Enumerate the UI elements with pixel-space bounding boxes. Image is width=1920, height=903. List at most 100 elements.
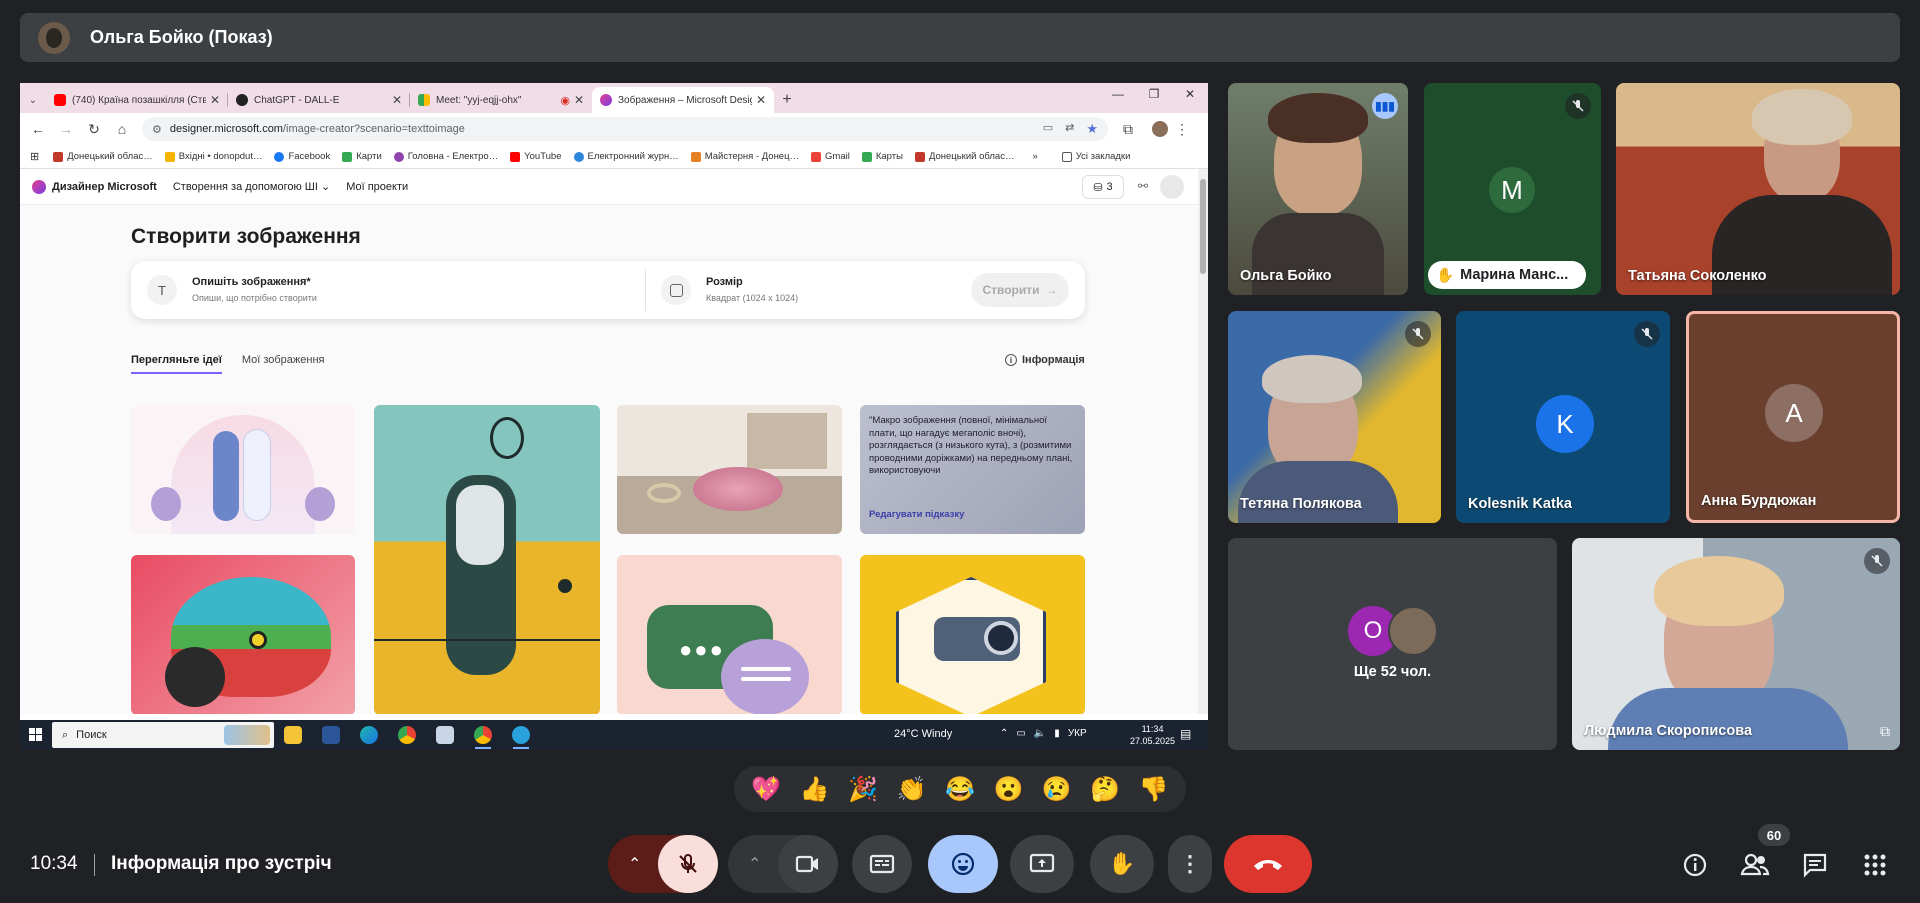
close-window-icon[interactable]: ✕ xyxy=(1172,87,1208,101)
create-button[interactable]: Створити → xyxy=(971,273,1069,307)
network-icon[interactable]: ▭ xyxy=(1016,728,1025,739)
share-icon[interactable]: ⚯ xyxy=(1138,179,1148,193)
weather-widget[interactable]: 24°C Windy xyxy=(894,728,952,740)
browser-tab-active[interactable]: Зображення – Microsoft Desig ✕ xyxy=(592,87,774,113)
present-screen-button[interactable] xyxy=(1010,835,1074,893)
bookmark-item[interactable]: Карты xyxy=(861,151,903,162)
idea-thumbnail-bouquet[interactable] xyxy=(617,405,842,534)
nav-create-with-ai[interactable]: Створення за допомогою ШІ ⌄ xyxy=(173,180,330,193)
url-input[interactable]: ⚙ designer.microsoft.com/image-creator?s… xyxy=(142,117,1108,141)
close-icon[interactable]: ✕ xyxy=(756,93,766,107)
page-scrollbar[interactable] xyxy=(1198,169,1208,714)
reaction-thumbs-down[interactable]: 👎 xyxy=(1139,775,1169,804)
prompt-input[interactable]: Опиши, що потрібно створити xyxy=(192,293,317,303)
idea-prompt-card[interactable]: "Макро зображення (повної, мінімальної п… xyxy=(860,405,1085,534)
restore-icon[interactable]: ❐ xyxy=(1136,87,1172,101)
tab-my-images[interactable]: Мої зображення xyxy=(242,354,325,374)
reaction-sparkling-heart[interactable]: 💖 xyxy=(751,775,781,804)
close-icon[interactable]: ✕ xyxy=(210,93,220,107)
participant-tile[interactable]: M ✋ Марина Манс... xyxy=(1424,83,1601,295)
people-button[interactable] xyxy=(1738,850,1772,880)
participant-tile[interactable]: Татьяна Соколенко xyxy=(1616,83,1900,295)
tab-explore-ideas[interactable]: Перегляньте ідеї xyxy=(131,354,222,374)
file-explorer-icon[interactable] xyxy=(274,720,312,750)
more-participants-tile[interactable]: O Ще 52 чол. xyxy=(1228,538,1557,750)
bookmark-item[interactable]: Донецький облас… xyxy=(914,151,1014,162)
idea-thumbnail-parrot[interactable] xyxy=(131,555,355,714)
boosts-counter[interactable]: ⛁ 3 xyxy=(1082,175,1124,199)
browser-tab[interactable]: ChatGPT - DALL-E ✕ xyxy=(228,87,410,113)
browser-tab[interactable]: Meet: "yyj-eqjj-ohx" ◉ ✕ xyxy=(410,87,592,113)
edit-prompt-link[interactable]: Редагувати підказку xyxy=(869,509,964,520)
chrome-profile-icon[interactable] xyxy=(464,720,502,750)
account-avatar[interactable] xyxy=(1160,175,1184,199)
reaction-clapping[interactable]: 👏 xyxy=(897,775,927,804)
reaction-party-popper[interactable]: 🎉 xyxy=(848,775,878,804)
chevron-up-icon[interactable]: ⌃ xyxy=(1000,728,1008,739)
activities-button[interactable] xyxy=(1860,850,1890,880)
participant-tile[interactable]: Тетяна Полякова xyxy=(1228,311,1441,523)
meeting-details-button[interactable] xyxy=(1680,850,1710,880)
home-icon[interactable]: ⌂ xyxy=(108,121,136,137)
participant-tile[interactable]: ▮▮▮ Ольга Бойко xyxy=(1228,83,1408,295)
pip-icon[interactable]: ⧉ xyxy=(1880,723,1890,740)
reaction-surprised[interactable]: 😮 xyxy=(993,775,1023,804)
more-options-button[interactable]: ⋮ xyxy=(1168,835,1212,893)
new-tab-button[interactable]: + xyxy=(774,87,800,113)
browser-menu-icon[interactable]: ⋮ xyxy=(1168,121,1196,138)
bookmark-star-icon[interactable]: ★ xyxy=(1086,121,1098,137)
install-app-icon[interactable]: ▭ xyxy=(1043,121,1053,137)
bookmark-item[interactable]: Facebook xyxy=(274,151,330,162)
telegram-icon[interactable] xyxy=(502,720,540,750)
bookmark-item[interactable]: Майстерня - Донец… xyxy=(690,151,799,162)
raise-hand-button[interactable]: ✋ xyxy=(1090,835,1154,893)
notifications-icon[interactable]: ▤ xyxy=(1180,727,1191,741)
edge-icon[interactable] xyxy=(350,720,388,750)
lang-indicator[interactable]: УКР xyxy=(1068,728,1087,739)
mic-toggle-button[interactable] xyxy=(658,835,718,893)
bookmark-item[interactable]: Головна - Електро… xyxy=(393,151,498,162)
idea-thumbnail-chat[interactable]: ●●● xyxy=(617,555,842,714)
bookmark-item[interactable]: Вхідні • donopdut… xyxy=(164,151,262,162)
reaction-laughing[interactable]: 😂 xyxy=(945,775,975,804)
translate-icon[interactable]: ⇄ xyxy=(1065,121,1074,137)
bookmark-item[interactable]: Gmail xyxy=(811,151,850,162)
reactions-button[interactable] xyxy=(928,835,998,893)
close-icon[interactable]: ✕ xyxy=(392,93,402,107)
all-bookmarks-folder[interactable]: Усі закладки xyxy=(1061,151,1130,162)
camera-toggle-button[interactable] xyxy=(778,835,838,893)
windows-start-icon[interactable] xyxy=(20,728,52,742)
chrome-icon[interactable] xyxy=(388,720,426,750)
browser-tab[interactable]: (740) Країна позашкілля (Ство ✕ xyxy=(46,87,228,113)
close-icon[interactable]: ✕ xyxy=(574,93,584,107)
idea-thumbnail-doctors[interactable] xyxy=(131,405,355,534)
reaction-thumbs-up[interactable]: 👍 xyxy=(800,775,830,804)
bookmark-item[interactable]: YouTube xyxy=(510,151,562,162)
more-bookmarks-button[interactable]: » xyxy=(1032,151,1037,162)
reload-icon[interactable]: ↻ xyxy=(80,121,108,138)
battery-icon[interactable]: ▮ xyxy=(1054,728,1060,739)
meeting-info-link[interactable]: Інформація про зустріч xyxy=(111,853,332,875)
info-link[interactable]: i Інформація xyxy=(1005,354,1085,366)
bookmark-item[interactable]: Донецький облас… xyxy=(53,151,153,162)
participant-tile[interactable]: K Kolesnik Katka xyxy=(1456,311,1670,523)
tab-search-icon[interactable]: ⌄ xyxy=(20,87,46,113)
leave-call-button[interactable] xyxy=(1224,835,1312,893)
idea-thumbnail-tennis[interactable] xyxy=(374,405,600,714)
participant-tile-active-speaker[interactable]: A Анна Бурдюжан xyxy=(1686,311,1900,523)
captions-button[interactable] xyxy=(852,835,912,893)
reaction-thinking[interactable]: 🤔 xyxy=(1090,775,1120,804)
apps-grid-icon[interactable]: ⊞ xyxy=(30,150,39,163)
bookmark-item[interactable]: Електронний журн… xyxy=(573,151,679,162)
taskbar-search[interactable]: ⌕ Поиск xyxy=(52,722,274,748)
nav-my-projects[interactable]: Мої проекти xyxy=(346,181,408,193)
reaction-crying[interactable]: 😢 xyxy=(1042,775,1072,804)
paint-icon[interactable] xyxy=(426,720,464,750)
back-icon[interactable]: ← xyxy=(24,121,52,137)
taskbar-clock[interactable]: 11:34 27.05.2025 xyxy=(1130,723,1175,747)
volume-icon[interactable]: 🔈 xyxy=(1034,728,1046,739)
shared-screen[interactable]: ⌄ (740) Країна позашкілля (Ство ✕ ChatGP… xyxy=(20,83,1208,750)
chat-button[interactable] xyxy=(1800,850,1830,880)
minimize-icon[interactable]: — xyxy=(1100,87,1136,101)
extensions-icon[interactable]: ⧉ xyxy=(1114,121,1142,138)
